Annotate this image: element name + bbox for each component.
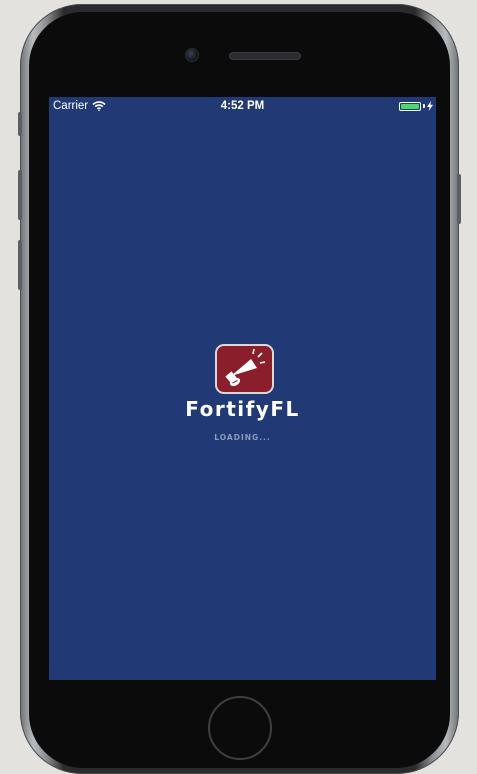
status-time: 4:52 PM [220, 100, 265, 112]
power-button [457, 174, 461, 224]
splash-screen: Carrier 4:52 PM FortifyFL LOADING... [49, 97, 436, 680]
charging-bolt-icon [427, 101, 433, 111]
app-name-title: FortifyFL [185, 397, 300, 421]
front-camera [185, 48, 199, 62]
loading-text: LOADING... [214, 433, 271, 442]
battery-icon [399, 101, 421, 111]
volume-down-button [18, 240, 22, 290]
volume-up-button [18, 170, 22, 220]
battery-indicator [399, 101, 433, 111]
app-logo [215, 344, 274, 394]
mute-switch [18, 112, 22, 136]
megaphone-football-icon [225, 348, 266, 387]
earpiece-speaker [229, 52, 301, 60]
battery-fill [401, 103, 419, 109]
home-button[interactable] [208, 696, 272, 760]
status-bar: Carrier 4:52 PM [49, 97, 436, 117]
battery-tip [423, 104, 425, 108]
